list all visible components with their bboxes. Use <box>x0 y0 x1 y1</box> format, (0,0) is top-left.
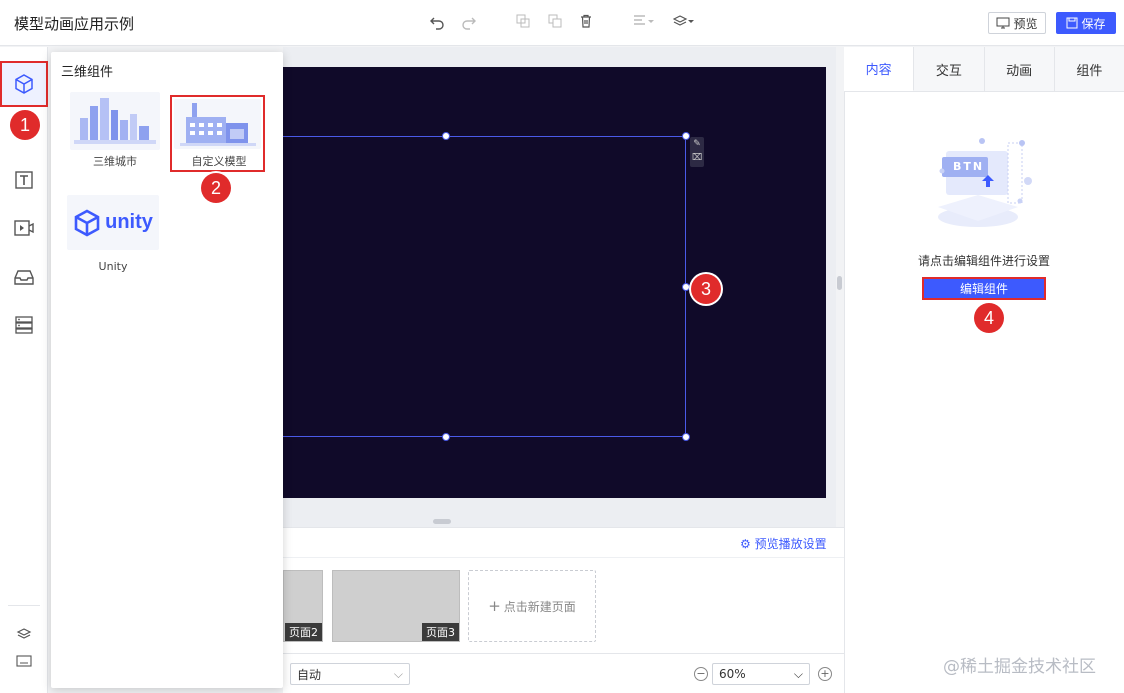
resize-handle-bottom[interactable] <box>442 433 450 441</box>
vertical-scrollbar[interactable] <box>837 276 842 290</box>
fit-mode-select[interactable]: 自动 ⌵ <box>290 663 410 685</box>
play-settings-label: 预览播放设置 <box>754 537 827 551</box>
tab-interaction[interactable]: 交互 <box>914 47 985 91</box>
video-icon <box>14 220 34 236</box>
undo-icon[interactable] <box>428 14 446 32</box>
illustration-label: BTN <box>953 160 985 173</box>
gear-icon: ⚙ <box>740 537 751 551</box>
save-button[interactable]: 保存 <box>1056 12 1116 34</box>
resize-handle-right[interactable] <box>682 283 690 291</box>
empty-state-illustration: BTN <box>920 135 1042 233</box>
keyboard-icon <box>16 655 32 667</box>
paste-icon[interactable] <box>546 14 564 32</box>
page-thumb-label: 页面2 <box>285 623 322 641</box>
component-label: 三维城市 <box>93 155 137 168</box>
text-icon <box>15 171 33 189</box>
annotation-badge-1: 1 <box>10 110 40 140</box>
page-thumb[interactable]: 页面3 <box>332 570 460 642</box>
rail-item-keyboard[interactable] <box>0 641 48 681</box>
zoom-out-button[interactable]: − <box>694 667 708 681</box>
fit-mode-value: 自动 <box>297 667 322 682</box>
resize-handle-top[interactable] <box>442 132 450 140</box>
server-icon <box>15 316 33 334</box>
rail-divider <box>8 605 40 606</box>
play-settings-link[interactable]: ⚙ 预览播放设置 <box>740 535 827 552</box>
monitor-icon <box>996 17 1010 29</box>
preview-button[interactable]: 预览 <box>988 12 1046 34</box>
rail-item-video[interactable] <box>0 208 48 248</box>
save-label: 保存 <box>1081 16 1106 31</box>
zoom-select[interactable]: 60% ⌵ <box>712 663 810 685</box>
rail-item-3d[interactable] <box>0 61 48 107</box>
selection-mini-toolbar[interactable]: ✎ ⌧ <box>690 137 704 167</box>
rail-item-server[interactable] <box>0 305 48 345</box>
rail-item-inbox[interactable] <box>0 257 48 297</box>
flyout-title: 三维组件 <box>61 65 114 80</box>
page-thumb-label: 页面3 <box>422 623 459 641</box>
annotation-badge-4: 4 <box>974 303 1004 333</box>
watermark: @稀土掘金技术社区 <box>943 657 1096 677</box>
rail-item-text[interactable] <box>0 160 48 200</box>
tab-components[interactable]: 组件 <box>1055 47 1124 91</box>
zoom-value: 60% <box>719 667 746 681</box>
copy-icon[interactable] <box>514 14 532 32</box>
resize-handle-top-right[interactable] <box>682 132 690 140</box>
tab-animation[interactable]: 动画 <box>985 47 1055 91</box>
chevron-down-icon: ⌵ <box>793 666 803 681</box>
3d-cube-icon <box>15 74 33 94</box>
selection-box[interactable] <box>283 136 686 437</box>
panel-tabs: 内容 交互 动画 组件 <box>844 47 1124 92</box>
horizontal-scrollbar[interactable] <box>433 519 451 524</box>
save-icon <box>1066 17 1078 29</box>
left-rail <box>0 47 48 693</box>
factory-icon <box>174 99 261 149</box>
edit-component-button[interactable]: 编辑组件 <box>922 277 1046 300</box>
align-icon[interactable] <box>632 14 656 32</box>
panel-hint: 请点击编辑组件进行设置 <box>917 254 1050 268</box>
plus-icon: + <box>488 597 501 615</box>
redo-icon[interactable] <box>460 14 478 32</box>
unity-logo-icon <box>74 209 100 236</box>
annotation-badge-3: 3 <box>691 274 721 304</box>
chevron-down-icon: ⌵ <box>393 666 403 681</box>
zoom-in-button[interactable]: + <box>818 667 832 681</box>
annotation-badge-2: 2 <box>201 173 231 203</box>
app-title: 模型动画应用示例 <box>14 15 135 33</box>
inbox-icon <box>14 270 34 285</box>
component-unity[interactable]: unity Unity <box>62 195 162 275</box>
unity-logo-text: unity <box>105 211 153 233</box>
page-thumb[interactable]: 页面2 <box>283 570 323 642</box>
tab-content[interactable]: 内容 <box>844 47 915 91</box>
delete-icon[interactable] <box>577 14 595 32</box>
layers-icon[interactable] <box>672 14 696 32</box>
component-3d-city[interactable]: 三维城市 <box>65 92 165 172</box>
edit-icon[interactable]: ✎ <box>690 137 704 151</box>
unity-icon: unity <box>67 195 159 250</box>
resize-handle-bottom-right[interactable] <box>682 433 690 441</box>
layers-icon <box>16 628 32 639</box>
component-label: 自定义模型 <box>191 155 247 168</box>
preview-label: 预览 <box>1013 16 1038 31</box>
crop-icon[interactable]: ⌧ <box>690 151 704 165</box>
new-page-label: 点击新建页面 <box>503 599 576 614</box>
new-page-button[interactable]: + 点击新建页面 <box>468 570 596 642</box>
strip-divider <box>283 557 844 558</box>
component-label: Unity <box>98 260 128 273</box>
component-custom-model[interactable]: 自定义模型 <box>170 95 265 172</box>
components-flyout: 三维组件 三维城市 自定义模型 2 unity Unity <box>51 52 283 688</box>
city-icon <box>70 92 160 150</box>
